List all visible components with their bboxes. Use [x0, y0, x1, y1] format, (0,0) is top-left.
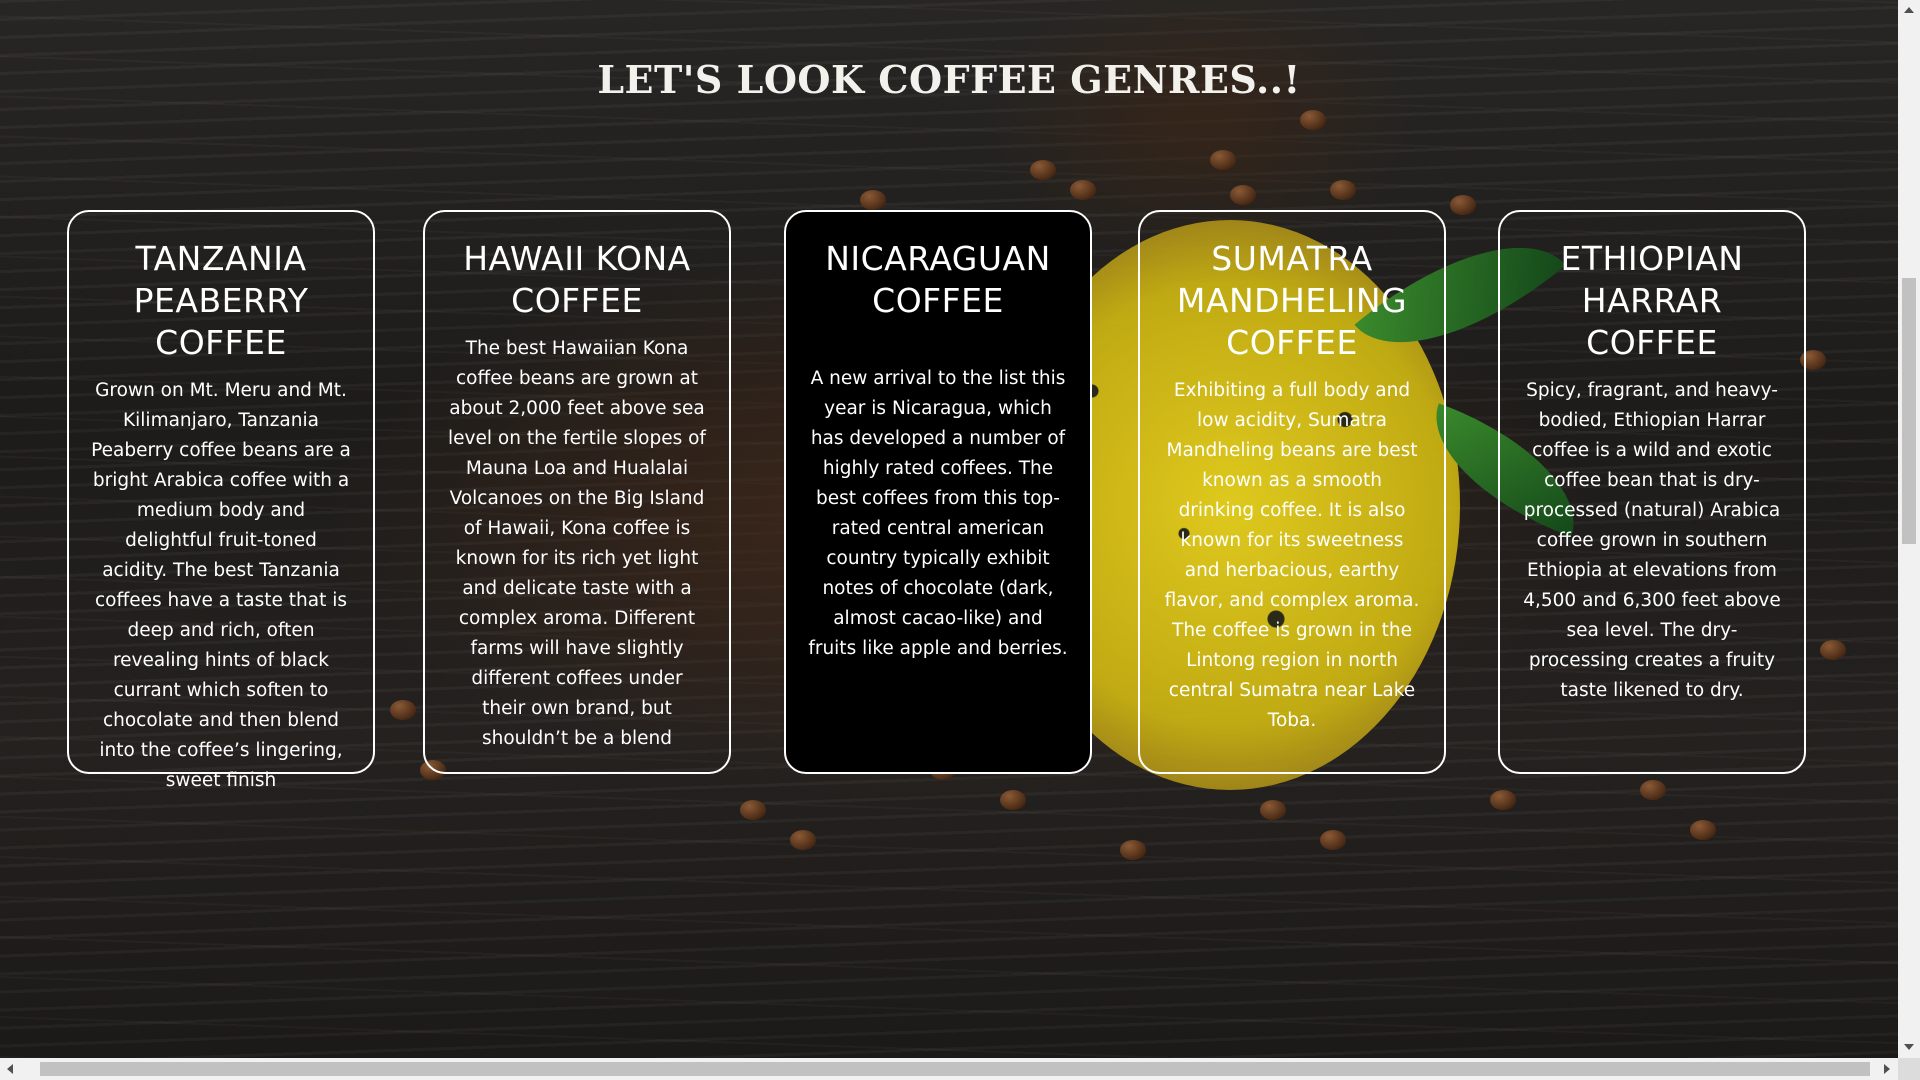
- coffee-bean-image: [1030, 160, 1056, 180]
- coffee-bean-image: [1640, 780, 1666, 800]
- horizontal-scroll-thumb[interactable]: [40, 1062, 1870, 1076]
- coffee-bean-image: [1690, 820, 1716, 840]
- coffee-bean-image: [790, 830, 816, 850]
- coffee-bean-image: [1120, 840, 1146, 860]
- card-title: ETHIOPIAN HARRAR COFFEE: [1560, 239, 1744, 362]
- coffee-bean-image: [1230, 185, 1256, 205]
- scroll-up-arrow-icon[interactable]: [1904, 7, 1914, 13]
- card-description: Grown on Mt. Meru and Mt. Kilimanjaro, T…: [91, 380, 351, 791]
- coffee-bean-image: [1450, 195, 1476, 215]
- card-title: SUMATRA MANDHELING COFFEE: [1176, 239, 1408, 362]
- scroll-right-arrow-icon[interactable]: [1884, 1064, 1890, 1074]
- vertical-scroll-thumb[interactable]: [1902, 278, 1916, 544]
- card-description: Exhibiting a full body and low acidity, …: [1164, 380, 1420, 731]
- card-description: Spicy, fragrant, and heavy-bodied, Ethio…: [1523, 380, 1781, 701]
- card-description: A new arrival to the list this year is N…: [808, 368, 1068, 659]
- page-viewport: LET'S LOOK COFFEE GENRES..! TANZANIA PEA…: [0, 0, 1920, 1080]
- coffee-card-sumatra: SUMATRA MANDHELING COFFEE Exhibiting a f…: [1138, 210, 1446, 774]
- coffee-bean-image: [1820, 640, 1846, 660]
- coffee-bean-image: [1070, 180, 1096, 200]
- coffee-bean-image: [390, 700, 416, 720]
- scrollbar-corner: [1898, 1058, 1920, 1080]
- coffee-card-nicaraguan: NICARAGUAN COFFEE A new arrival to the l…: [784, 210, 1092, 774]
- card-title: NICARAGUAN COFFEE: [825, 239, 1051, 320]
- coffee-bean-image: [1320, 830, 1346, 850]
- vertical-scrollbar[interactable]: [1898, 0, 1920, 1058]
- coffee-bean-image: [1260, 800, 1286, 820]
- coffee-bean-image: [1000, 790, 1026, 810]
- scroll-left-arrow-icon[interactable]: [7, 1064, 13, 1074]
- coffee-card-ethiopian: ETHIOPIAN HARRAR COFFEE Spicy, fragrant,…: [1498, 210, 1806, 774]
- coffee-bean-image: [740, 800, 766, 820]
- card-title: HAWAII KONA COFFEE: [463, 239, 691, 320]
- coffee-card-tanzania: TANZANIA PEABERRY COFFEE Grown on Mt. Me…: [67, 210, 375, 791]
- scroll-down-arrow-icon[interactable]: [1904, 1044, 1914, 1050]
- card-title: TANZANIA PEABERRY COFFEE: [133, 239, 309, 362]
- coffee-card-hawaii-kona: HAWAII KONA COFFEE The best Hawaiian Kon…: [423, 210, 731, 774]
- coffee-bean-image: [1490, 790, 1516, 810]
- card-description: The best Hawaiian Kona coffee beans are …: [448, 338, 706, 749]
- coffee-bean-image: [1300, 110, 1326, 130]
- page-title: LET'S LOOK COFFEE GENRES..!: [597, 57, 1301, 103]
- coffee-bean-image: [860, 190, 886, 210]
- coffee-bean-image: [1330, 180, 1356, 200]
- coffee-bean-image: [1210, 150, 1236, 170]
- horizontal-scrollbar[interactable]: [0, 1058, 1898, 1080]
